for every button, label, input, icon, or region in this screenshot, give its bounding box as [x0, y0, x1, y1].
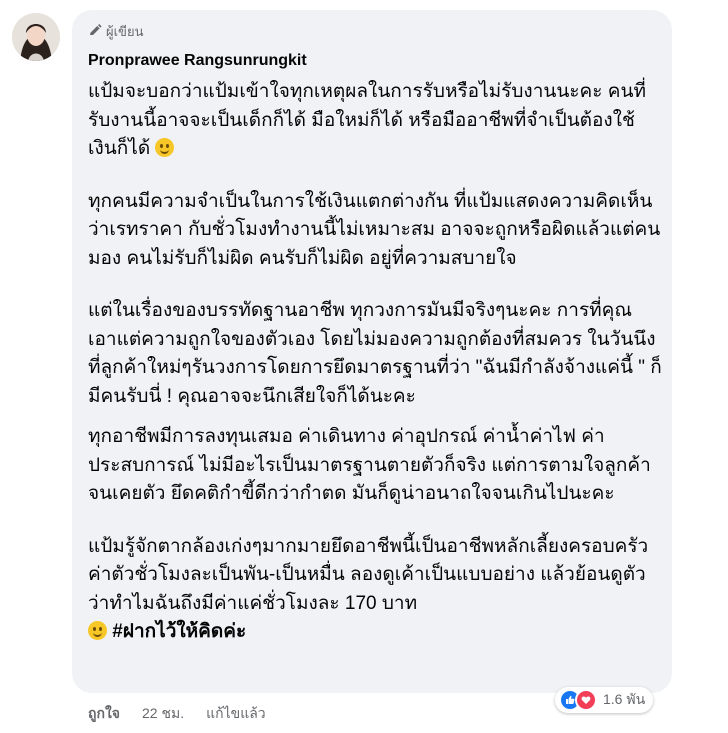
- hashtag-link[interactable]: #ฝากไว้ให้คิดค่ะ: [112, 621, 246, 642]
- avatar-photo: [12, 13, 60, 61]
- love-reaction-icon: [575, 689, 597, 711]
- like-button[interactable]: ถูกใจ: [88, 703, 120, 725]
- comment-paragraph-1: แป้มจะบอกว่าแป้มเข้าใจทุกเหตุผลในการรับห…: [88, 78, 663, 164]
- paragraph-text: แป้มรู้จักตากล้องเก่งๆมากมายยึดอาชีพนี้เ…: [88, 535, 649, 614]
- comment-paragraph-2: ทุกคนมีความจำเป็นในการใช้เงินแตกต่างกัน …: [88, 190, 661, 269]
- timestamp-link[interactable]: 22 ชม.: [142, 703, 184, 725]
- comment-paragraph-5: แป้มรู้จักตากล้องเก่งๆมากมายยึดอาชีพนี้เ…: [88, 533, 663, 647]
- smile-emoji: [88, 621, 107, 640]
- edited-label[interactable]: แก้ไขแล้ว: [206, 703, 266, 725]
- comment-paragraph-4: ทุกอาชีพมีการลงทุนเสมอ ค่าเดินทาง ค่าอุป…: [88, 426, 651, 504]
- comment-actions: ถูกใจ 22 ชม. แก้ไขแล้ว: [88, 703, 266, 725]
- avatar[interactable]: [12, 13, 60, 61]
- reaction-count: 1.6 พัน: [603, 691, 646, 707]
- author-badge-label: ผู้เขียน: [106, 23, 144, 39]
- author-name[interactable]: Pronprawee Rangsunrungkit: [88, 52, 307, 70]
- reaction-summary[interactable]: 1.6 พัน: [555, 687, 654, 713]
- comment-text: แป้มจะบอกว่าแป้มเข้าใจทุกเหตุผลในการรับห…: [88, 78, 663, 647]
- comment-bubble: ผู้เขียน Pronprawee Rangsunrungkit แป้มจ…: [72, 10, 672, 693]
- comment-paragraph-3: แต่ในเรื่องของบรรทัดฐานอาชีพ ทุกวงการมัน…: [88, 300, 662, 407]
- author-badge: ผู้เขียน: [88, 22, 143, 40]
- pen-icon: [90, 24, 102, 35]
- smile-emoji: [155, 138, 175, 157]
